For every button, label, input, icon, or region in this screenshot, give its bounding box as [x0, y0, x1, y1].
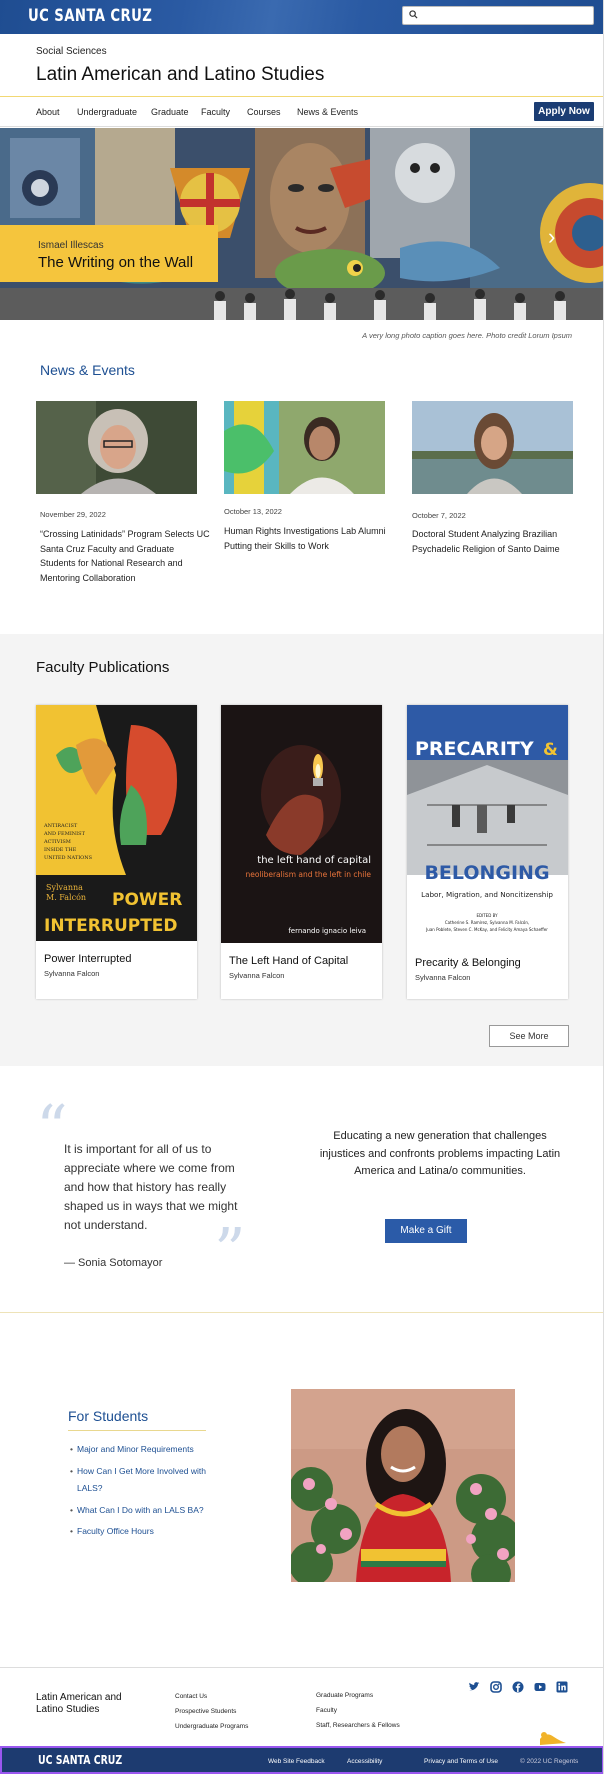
main-nav: About Undergraduate Graduate Faculty Cou…: [0, 97, 603, 127]
publication-author: Sylvanna Falcon: [415, 973, 471, 982]
svg-text:Catherine S. Ramírez, Sylvanna: Catherine S. Ramírez, Sylvanna M. Falcón…: [445, 920, 529, 925]
svg-text:AND FEMINIST: AND FEMINIST: [43, 831, 86, 837]
nav-undergraduate[interactable]: Undergraduate: [77, 107, 137, 117]
publications-heading: Faculty Publications: [36, 659, 170, 676]
svg-text:EDITED BY: EDITED BY: [476, 913, 498, 918]
nav-news-events[interactable]: News & Events: [297, 107, 358, 117]
publication-title[interactable]: The Left Hand of Capital: [229, 955, 348, 967]
svg-text:neoliberalism and the left in: neoliberalism and the left in chile: [245, 870, 371, 879]
footer-link[interactable]: Prospective Students: [175, 1708, 236, 1715]
search-icon: [409, 10, 418, 22]
chevron-right-icon[interactable]: ›: [548, 226, 568, 250]
student-link[interactable]: • Major and Minor Requirements: [70, 1441, 220, 1458]
footer-link[interactable]: Staff, Researchers & Fellows: [316, 1722, 400, 1729]
footer-site-name[interactable]: Latin American and Latino Studies: [36, 1692, 146, 1716]
youtube-icon[interactable]: [534, 1680, 546, 1692]
svg-text:M. Falcón: M. Falcón: [46, 893, 86, 902]
bullet-icon: •: [70, 1444, 73, 1454]
ucsc-logo[interactable]: UC SANTA CRUZ: [28, 6, 152, 26]
svg-text:POWER: POWER: [112, 890, 182, 910]
divider: [68, 1430, 206, 1431]
svg-text:PRECARITY: PRECARITY: [415, 738, 534, 760]
make-a-gift-button[interactable]: Make a Gift: [385, 1219, 467, 1243]
svg-text:INSIDE THE: INSIDE THE: [44, 847, 77, 853]
see-more-button[interactable]: See More: [489, 1025, 569, 1047]
nav-faculty[interactable]: Faculty: [201, 107, 230, 117]
svg-text:Labor, Migration, and Noncitiz: Labor, Migration, and Noncitizenship: [421, 890, 553, 899]
news-date: November 29, 2022: [40, 510, 106, 519]
publication-card[interactable]: PRECARITY & BELONGING Labor, Migration, …: [407, 705, 568, 999]
photo-caption: A very long photo caption goes here. Pho…: [362, 331, 572, 340]
footer-link[interactable]: Faculty: [316, 1707, 337, 1714]
site-title[interactable]: Latin American and Latino Studies: [36, 64, 324, 86]
book-cover: ANTIRACIST AND FEMINIST ACTIVISM INSIDE …: [36, 705, 197, 941]
news-date: October 13, 2022: [224, 507, 282, 516]
hero-image: [0, 128, 603, 320]
footer-link[interactable]: Graduate Programs: [316, 1692, 373, 1699]
bottom-ucsc-logo[interactable]: UC SANTA CRUZ: [38, 1753, 122, 1767]
close-quote-icon: ”: [214, 1214, 246, 1287]
svg-text:the left hand of capital: the left hand of capital: [257, 855, 371, 866]
bullet-icon: •: [70, 1466, 73, 1476]
publication-card[interactable]: the left hand of capital neoliberalism a…: [221, 705, 382, 999]
publication-title[interactable]: Power Interrupted: [44, 953, 131, 965]
nav-about[interactable]: About: [36, 107, 60, 117]
divider: [0, 1312, 603, 1313]
book-cover: PRECARITY & BELONGING Labor, Migration, …: [407, 705, 568, 943]
quote-author: — Sonia Sotomayor: [64, 1257, 163, 1269]
nav-courses[interactable]: Courses: [247, 107, 281, 117]
division-label[interactable]: Social Sciences: [36, 46, 107, 57]
student-photo: [291, 1389, 515, 1582]
news-image[interactable]: [224, 401, 385, 494]
page: UC SANTA CRUZ Social Sciences Latin Amer…: [0, 0, 604, 1774]
svg-text:UNITED NATIONS: UNITED NATIONS: [44, 855, 93, 861]
news-image[interactable]: [412, 401, 573, 494]
linkedin-icon[interactable]: [556, 1680, 568, 1693]
bullet-icon: •: [70, 1526, 73, 1536]
cover-subtitle: ANTIRACIST: [43, 823, 78, 829]
students-heading: For Students: [68, 1408, 149, 1424]
nav-graduate[interactable]: Graduate: [151, 107, 189, 117]
svg-text:ACTIVISM: ACTIVISM: [43, 839, 71, 845]
publication-author: Sylvanna Falcon: [44, 969, 100, 978]
copyright: © 2022 UC Regents: [520, 1758, 579, 1765]
publication-author: Sylvanna Falcon: [229, 971, 285, 980]
open-quote-icon: “: [36, 1091, 68, 1164]
hero-subtitle: Ismael Illescas: [38, 240, 104, 251]
mascot-icon: [538, 1729, 568, 1745]
gift-text: Educating a new generation that challeng…: [319, 1130, 561, 1177]
facebook-icon[interactable]: [512, 1680, 524, 1693]
svg-text:fernando ignacio leiva: fernando ignacio leiva: [288, 927, 366, 935]
footer-link[interactable]: Contact Us: [175, 1693, 207, 1700]
privacy-terms-link[interactable]: Privacy and Terms of Use: [424, 1758, 498, 1765]
publication-card[interactable]: ANTIRACIST AND FEMINIST ACTIVISM INSIDE …: [36, 705, 197, 999]
news-title-link[interactable]: Human Rights Investigations Lab Alumni P…: [224, 524, 386, 553]
hero-title[interactable]: The Writing on the Wall: [38, 254, 193, 271]
footer-link[interactable]: Undergraduate Programs: [175, 1723, 248, 1730]
search-input[interactable]: [402, 6, 594, 25]
twitter-icon[interactable]: [468, 1680, 480, 1692]
apply-now-button[interactable]: Apply Now: [534, 102, 594, 121]
publication-title[interactable]: Precarity & Belonging: [415, 957, 521, 969]
news-image[interactable]: [36, 401, 197, 494]
svg-text:Juan Poblete, Steven C. McKay,: Juan Poblete, Steven C. McKay, and Felic…: [425, 927, 548, 932]
svg-text:INTERRUPTED: INTERRUPTED: [44, 916, 178, 936]
svg-text:Sylvanna: Sylvanna: [46, 883, 83, 892]
svg-text:BELONGING: BELONGING: [424, 862, 549, 884]
news-title-link[interactable]: Doctoral Student Analyzing Brazilian Psy…: [412, 527, 574, 556]
student-link[interactable]: • Faculty Office Hours: [70, 1523, 220, 1540]
divider: [0, 1667, 603, 1668]
accessibility-link[interactable]: Accessibility: [347, 1758, 382, 1765]
bullet-icon: •: [70, 1505, 73, 1515]
news-date: October 7, 2022: [412, 511, 466, 520]
student-link[interactable]: • How Can I Get More Involved with LALS?: [70, 1463, 220, 1497]
news-title-link[interactable]: “Crossing Latinidads” Program Selects UC…: [40, 527, 210, 585]
news-heading[interactable]: News & Events: [40, 362, 135, 378]
student-link[interactable]: • What Can I Do with an LALS BA?: [70, 1502, 220, 1519]
book-cover: the left hand of capital neoliberalism a…: [221, 705, 382, 943]
web-site-feedback-link[interactable]: Web Site Feedback: [268, 1758, 325, 1765]
instagram-icon[interactable]: [490, 1680, 502, 1693]
svg-text:&: &: [543, 740, 558, 760]
